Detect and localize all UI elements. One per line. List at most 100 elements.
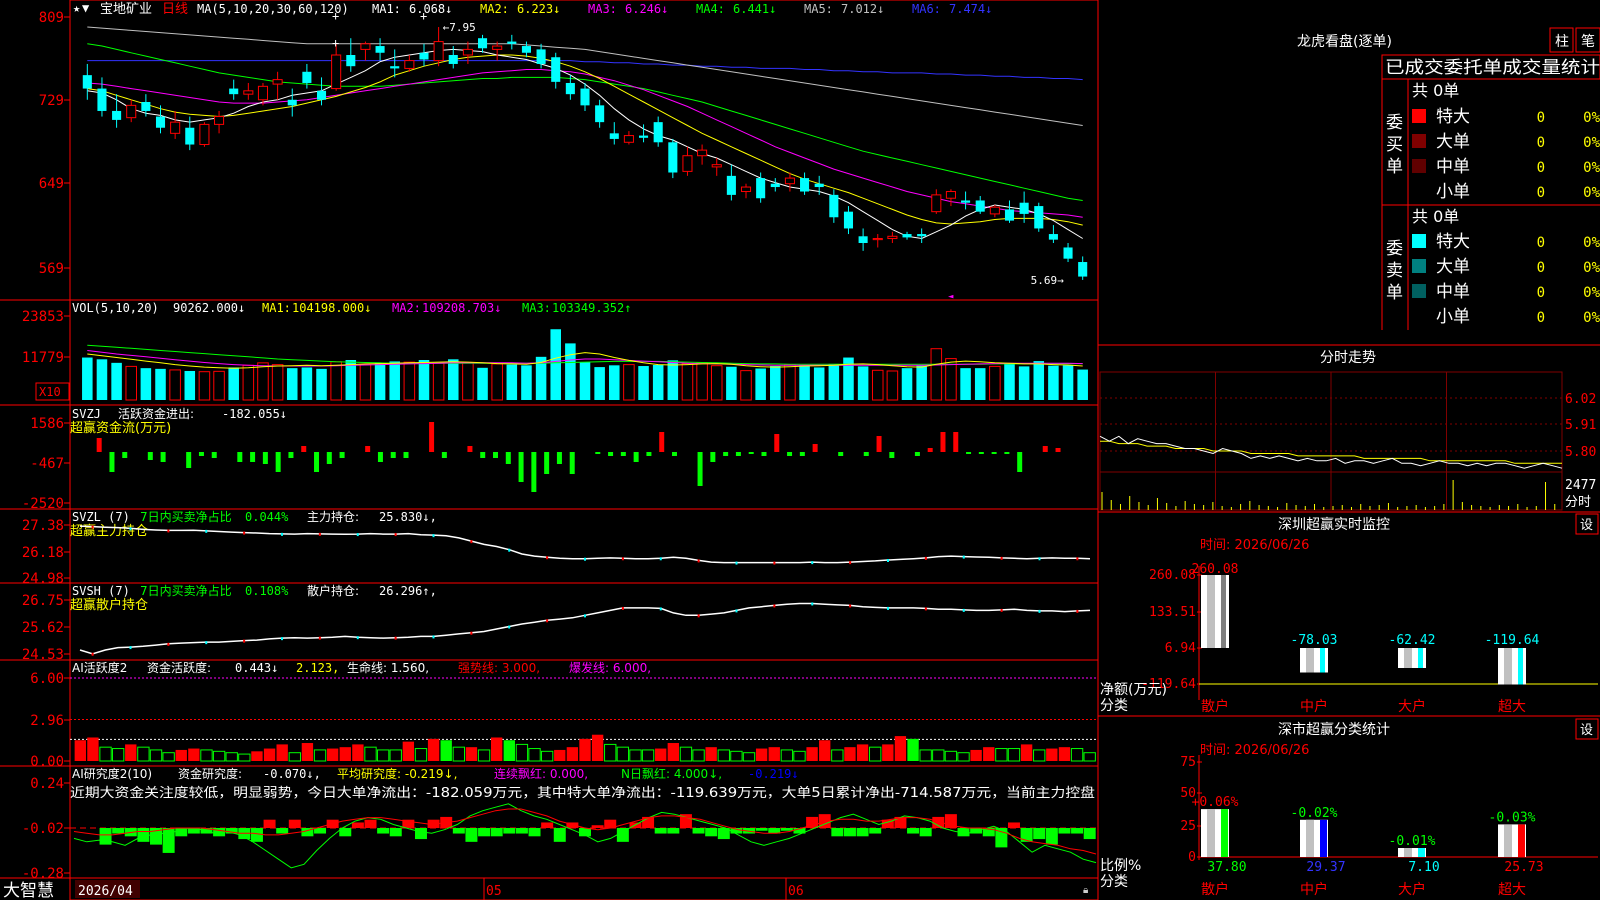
monitor-title: 深圳超赢实时监控 [1278,516,1390,533]
svzl-tick [924,556,927,560]
btn-bi-label[interactable]: 笔 [1581,34,1595,50]
lhb-tabs[interactable]: 已成交委托单成交量统计 [1385,58,1600,78]
ma-label-3: MA3: [588,2,617,16]
candle-up [462,48,473,56]
volume-bar-down [1004,363,1015,400]
svsh-hold-label: 散户持仓: [307,583,359,598]
research-bar [364,819,377,828]
volume-bar-down [1062,365,1074,400]
candle-down [1063,247,1073,259]
candle-down [639,135,649,138]
ma-header: MA(5,10,20,30,60,120) [197,2,349,16]
intraday-vol-unit: 分时 [1565,495,1591,510]
volume-plot[interactable] [82,329,1088,401]
buy-row-pct: 0% [1583,135,1600,151]
stats-category: 中户 [1300,881,1328,898]
volume-bar-down [901,368,913,400]
activity-bar-hollow [111,748,125,762]
candle-up [214,116,225,125]
svzl-label: 7日内买卖净占比 [140,509,232,524]
stats-settings-label[interactable]: 设 [1580,723,1593,738]
candle-up [784,177,795,185]
intraday-chart[interactable]: 6.02 5.91 5.80 2477 分时 [1099,371,1596,511]
candle-down [82,75,92,89]
monitor-ytick: 133.51 [1149,605,1196,620]
monitor-bar-chart[interactable]: 260.08 133.51 6.94 -119.64 净额(万元)分类 260.08 散户 -… [1100,562,1598,715]
outflow-bar [1004,452,1010,454]
monitor-value-label: -78.03 [1291,633,1338,648]
stats-ytick: 0 [1188,850,1196,865]
svzl-line [79,525,1091,564]
candle-down [1078,262,1088,277]
volume-bar-down [345,360,357,400]
activity-bar [819,740,831,761]
monitor-settings-label[interactable]: 设 [1580,518,1593,533]
volume-bar-down [96,359,108,400]
volume-bar-down [506,364,518,400]
candle-down [961,200,971,203]
activity-bar [74,740,86,761]
research-plot[interactable] [70,803,1098,869]
period-label[interactable]: 日线 [162,2,188,17]
candlestick-plot[interactable]: + + + [82,9,1088,280]
stats-category: 大户 [1398,881,1426,898]
main-yaxis: 809 729 649 569 [39,10,70,277]
ytick-label: 1586 [30,416,64,432]
sell-total: 共 0单 [1412,207,1459,226]
activity-bar-hollow [225,752,238,762]
retail-holding-plot[interactable] [79,602,1091,656]
ytick-label: 26.75 [22,593,64,609]
stats-bar-shade [1404,848,1412,857]
fund-flow-plot[interactable] [96,422,1061,492]
research-bar [263,819,276,828]
research-bar [99,828,112,845]
svsh-tick [546,619,549,623]
outflow-bar [761,452,767,456]
svzl-tick [659,557,662,561]
activity-bar [503,740,515,761]
activity-plot[interactable] [70,677,1098,762]
activity-bar [427,738,440,761]
research-bar [452,828,465,834]
btn-zhu-label[interactable]: 柱 [1555,34,1569,50]
svzl-header: SVZL (7) [72,510,130,524]
buy-swatch [1412,159,1426,173]
activity-bar-hollow [364,746,377,762]
svsh-tick [1038,609,1041,613]
activity-bar [1046,748,1058,761]
lock-icon[interactable]: 🔒︎ [1083,885,1088,896]
volume-bar-down [916,365,927,400]
star-icon[interactable]: ★ [73,1,80,15]
svsh-tick [318,636,321,640]
outflow-bar [505,452,511,464]
svsh-label: 7日内买卖净占比 [140,583,232,598]
research-bar [705,828,718,837]
stats-value-label: 37.80 [1207,860,1246,875]
svzj-subtitle: 超赢资金流(万元) [70,420,171,436]
activity-bar-hollow [528,748,541,762]
stats-value-label: 25.73 [1504,860,1543,875]
research-bar [553,828,566,842]
candle-up [126,104,137,119]
volume-bar-down [111,362,122,400]
vol-unit: X10 [39,385,61,399]
candle-up [989,206,1000,215]
ai2-header: AI研究度2(10) [72,766,152,781]
candle-up [360,43,371,50]
activity-bar-hollow [515,743,529,762]
outflow-bar [671,452,677,456]
stock-name[interactable]: 宝地矿业 [100,2,152,17]
activity-bar [465,747,478,761]
volume-bar-down [813,367,825,400]
volume-bar-down [316,368,327,400]
stats-bar-chart[interactable]: 7550250比例%分类+0.06%37.80散户-0.02%29.37中户-0… [1100,755,1598,898]
activity-bar [591,734,604,761]
outflow-bar [339,452,345,458]
ytick-label: -2520 [22,496,64,512]
stats-delta-label: -0.02% [1291,806,1338,821]
buy-swatch [1412,134,1426,148]
monitor-ylabel: 净额(万元) [1100,682,1167,698]
buy-side-label: 买 [1386,135,1403,155]
main-holding-plot[interactable] [79,525,1091,565]
activity-bar [440,740,452,761]
